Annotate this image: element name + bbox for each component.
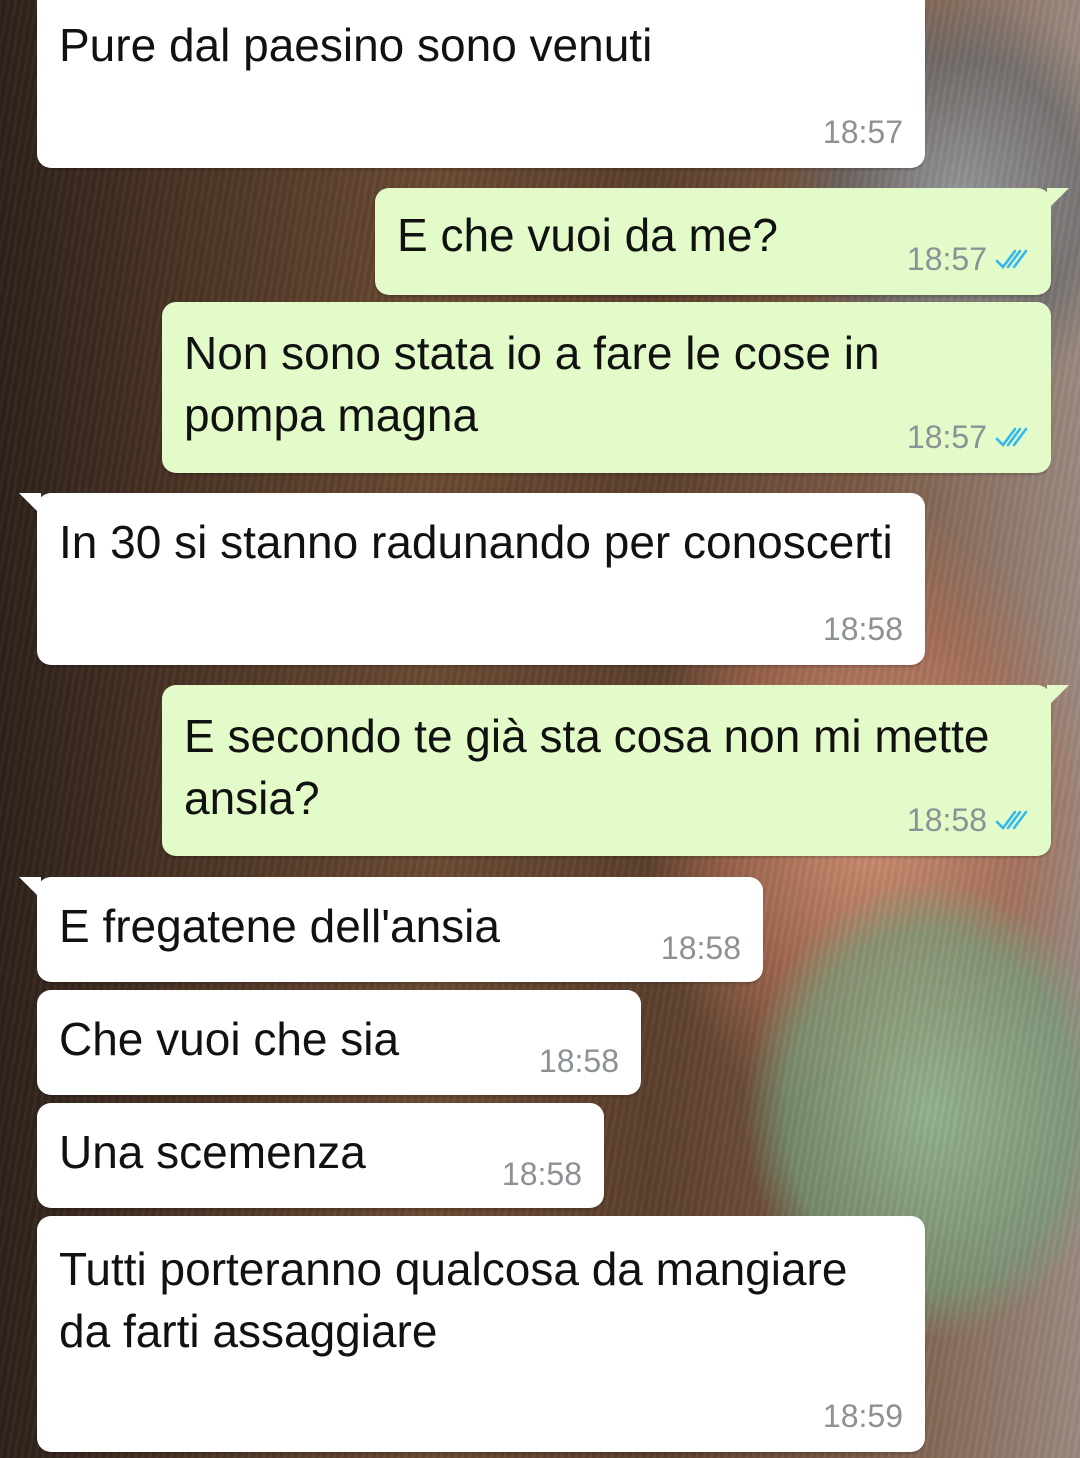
message-text: Che vuoi che sia xyxy=(59,1013,400,1065)
outgoing-message-bubble[interactable]: Non sono stata io a fare le cose in pomp… xyxy=(162,302,1051,473)
outgoing-message-bubble[interactable]: E che vuoi da me? 18:57 xyxy=(375,188,1069,295)
double-check-read-icon xyxy=(995,427,1028,447)
message-time: 18:58 xyxy=(538,1043,619,1079)
double-check-read-icon xyxy=(995,810,1028,830)
message-meta: 18:58 xyxy=(502,1154,582,1194)
incoming-message-bubble[interactable]: Pure dal paesino sono venuti 18:57 xyxy=(37,0,925,168)
message-text: Non sono stata io a fare le cose in pomp… xyxy=(184,327,893,441)
incoming-message-bubble[interactable]: In 30 si stanno radunando per conoscerti… xyxy=(19,493,925,665)
message-time: 18:58 xyxy=(822,611,903,647)
message-text: Tutti porteranno qualcosa da mangiare da… xyxy=(59,1243,861,1357)
message-meta: 18:57 xyxy=(907,239,1029,279)
incoming-message-bubble[interactable]: Una scemenza 18:58 xyxy=(37,1103,604,1208)
message-time: 18:57 xyxy=(822,114,903,150)
message-text: E fregatene dell'ansia xyxy=(59,900,500,952)
double-check-read-icon xyxy=(995,249,1028,269)
message-meta: 18:58 xyxy=(539,1041,619,1081)
message-text: In 30 si stanno radunando per conoscerti xyxy=(59,516,893,568)
message-time: 18:58 xyxy=(906,802,987,838)
message-time: 18:58 xyxy=(660,930,741,966)
message-meta: 18:58 xyxy=(661,928,741,968)
message-time: 18:57 xyxy=(906,241,987,277)
message-time: 18:58 xyxy=(501,1156,582,1192)
outgoing-message-bubble[interactable]: E secondo te già sta cosa non mi mette a… xyxy=(162,685,1069,856)
message-meta: 18:59 xyxy=(823,1396,903,1436)
message-text: E secondo te già sta cosa non mi mette a… xyxy=(184,710,1003,824)
message-text: Pure dal paesino sono venuti xyxy=(59,19,653,71)
message-meta: 18:57 xyxy=(907,417,1029,457)
message-time: 18:57 xyxy=(906,419,987,455)
message-meta: 18:58 xyxy=(907,800,1029,840)
message-meta: 18:58 xyxy=(823,609,903,649)
message-meta: 18:57 xyxy=(823,112,903,152)
incoming-message-bubble[interactable]: Che vuoi che sia 18:58 xyxy=(37,990,641,1095)
message-time: 18:59 xyxy=(822,1398,903,1434)
incoming-message-bubble[interactable]: E fregatene dell'ansia 18:58 xyxy=(19,877,763,982)
incoming-message-bubble[interactable]: Tutti porteranno qualcosa da mangiare da… xyxy=(37,1216,925,1452)
